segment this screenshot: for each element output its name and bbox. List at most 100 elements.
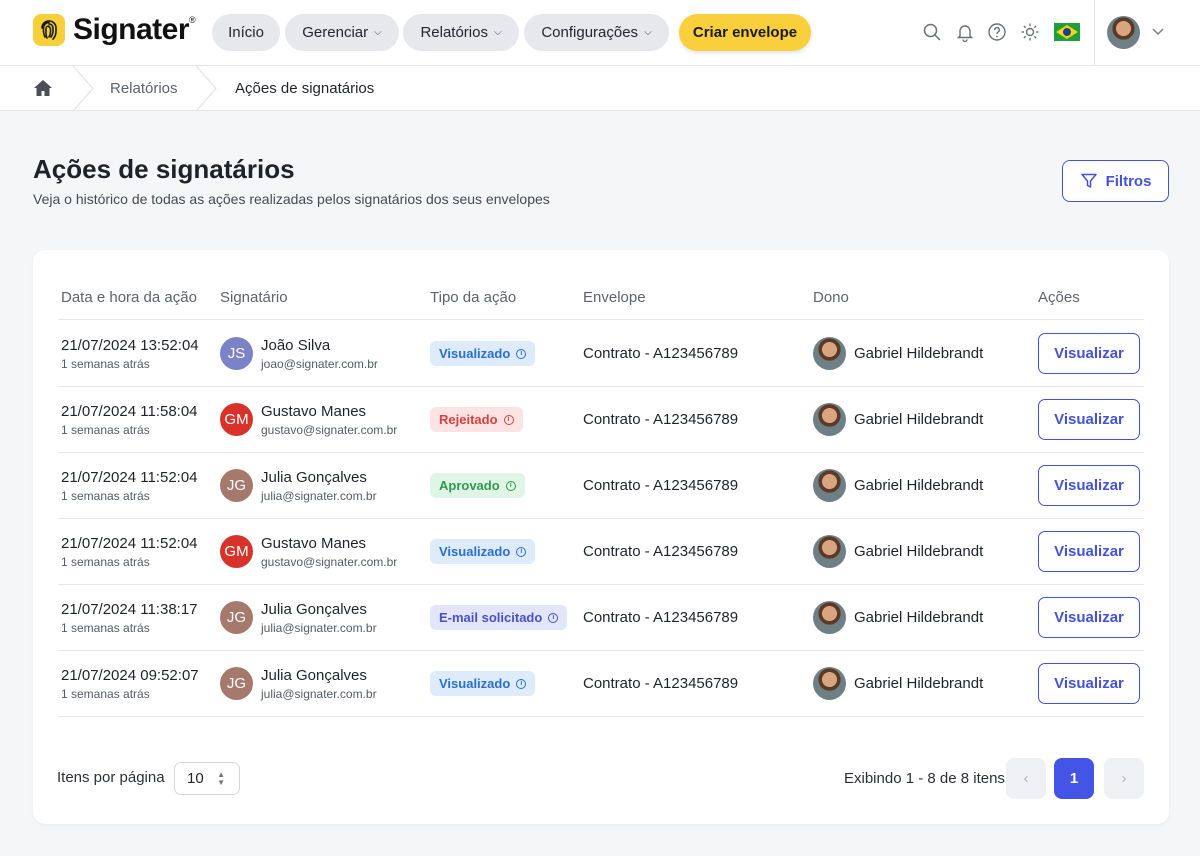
owner-avatar (813, 337, 846, 370)
page-subtitle: Veja o histórico de todas as ações reali… (33, 191, 550, 207)
header-divider (1094, 0, 1095, 66)
sun-icon[interactable] (1020, 22, 1040, 42)
status-badge: Rejeitado i (430, 407, 523, 432)
status-badge-label: Visualizado (439, 346, 511, 361)
owner-name: Gabriel Hildebrandt (854, 345, 984, 362)
table-row: 21/07/2024 11:52:04 1 semanas atrás GM G… (0, 518, 1200, 584)
nav-gerenciar-label: Gerenciar (302, 24, 369, 41)
column-header-date: Data e hora da ação (61, 289, 197, 306)
action-datetime: 21/07/2024 13:52:04 (61, 337, 199, 354)
filter-icon (1080, 173, 1097, 188)
fingerprint-logo-icon (33, 14, 65, 46)
chevron-down-icon[interactable] (1152, 24, 1164, 40)
previous-page-button[interactable]: ‹ (1006, 758, 1046, 799)
view-button[interactable]: Visualizar (1038, 663, 1140, 704)
signer-avatar: JS (220, 337, 253, 370)
status-badge: Aprovado i (430, 473, 525, 498)
items-per-page-select[interactable]: 10 ▲ ▼ (174, 762, 240, 795)
breadcrumb-item-current: Ações de signatários (235, 80, 375, 97)
signer-email: joao@signater.com.br (261, 357, 378, 371)
signer-name: Gustavo Manes (261, 403, 367, 420)
owner-avatar (813, 601, 846, 634)
nav-gerenciar[interactable]: Gerenciar ⌵ (285, 14, 399, 51)
page-title: Ações de signatários (33, 154, 295, 184)
info-icon[interactable]: i (503, 414, 514, 425)
breadcrumb-separator (72, 66, 94, 111)
signer-email: julia@signater.com.br (261, 621, 377, 635)
envelope-name: Contrato - A123456789 (583, 477, 739, 494)
owner-avatar (813, 403, 846, 436)
action-datetime: 21/07/2024 11:52:04 (61, 469, 198, 486)
view-button[interactable]: Visualizar (1038, 531, 1140, 572)
column-header-actions: Ações (1038, 289, 1080, 306)
signer-email: julia@signater.com.br (261, 687, 377, 701)
owner-name: Gabriel Hildebrandt (854, 543, 984, 560)
info-icon[interactable]: i (505, 480, 516, 491)
next-page-button[interactable]: › (1104, 758, 1144, 799)
signer-name: Gustavo Manes (261, 535, 367, 552)
info-icon[interactable]: i (516, 678, 527, 689)
user-avatar[interactable] (1107, 16, 1140, 49)
action-datetime: 21/07/2024 11:38:17 (61, 601, 198, 618)
pagination-summary: Exibindo 1 - 8 de 8 itens (844, 770, 1005, 787)
view-button[interactable]: Visualizar (1038, 597, 1140, 638)
status-badge: Visualizado i (430, 341, 536, 366)
column-header-owner: Dono (813, 289, 849, 306)
column-header-envelope: Envelope (583, 289, 646, 306)
status-badge-label: Rejeitado (439, 412, 498, 427)
status-badge-label: E-mail solicitado (439, 610, 543, 625)
info-icon[interactable]: i (548, 612, 559, 623)
info-icon[interactable]: i (516, 546, 527, 557)
owner-name: Gabriel Hildebrandt (854, 411, 984, 428)
items-per-page-value: 10 (187, 770, 204, 787)
brazil-flag-icon[interactable] (1054, 23, 1080, 41)
nav-inicio[interactable]: Início (212, 14, 280, 51)
home-icon[interactable] (33, 79, 53, 97)
bell-icon[interactable] (955, 22, 975, 42)
action-datetime: 21/07/2024 11:52:04 (61, 535, 198, 552)
search-icon[interactable] (922, 22, 942, 42)
view-button[interactable]: Visualizar (1038, 333, 1140, 374)
create-envelope-button[interactable]: Criar envelope (679, 14, 811, 51)
row-divider (58, 716, 1144, 717)
breadcrumb-separator (195, 66, 217, 111)
filters-button[interactable]: Filtros (1062, 160, 1169, 202)
nav-configuracoes-label: Configurações (541, 24, 639, 41)
signer-email: gustavo@signater.com.br (261, 423, 398, 437)
action-relative-time: 1 semanas atrás (61, 489, 150, 503)
sort-arrows-icon: ▲ ▼ (217, 770, 225, 787)
owner-avatar (813, 469, 846, 502)
breadcrumb-item-relatorios[interactable]: Relatórios (110, 80, 178, 97)
chevron-left-icon: ‹ (1023, 770, 1029, 787)
signer-name: Julia Gonçalves (261, 667, 367, 684)
filters-button-label: Filtros (1105, 172, 1152, 190)
logo[interactable]: Signater® (33, 13, 196, 47)
status-badge: Visualizado i (430, 671, 536, 696)
info-icon[interactable]: i (516, 348, 527, 359)
nav-relatorios[interactable]: Relatórios ⌵ (403, 14, 519, 51)
status-badge-label: Visualizado (439, 676, 511, 691)
signer-avatar: GM (220, 403, 253, 436)
top-navigation-bar: Signater® Início Gerenciar ⌵ Relatórios ⌵ … (0, 0, 1200, 66)
table-row: 21/07/2024 13:52:04 1 semanas atrás JS J… (0, 320, 1200, 386)
nav-configuracoes[interactable]: Configurações ⌵ (524, 14, 669, 51)
action-relative-time: 1 semanas atrás (61, 555, 150, 569)
view-button[interactable]: Visualizar (1038, 465, 1140, 506)
envelope-name: Contrato - A123456789 (583, 411, 739, 428)
page-button-current[interactable]: 1 (1054, 758, 1094, 799)
breadcrumb: Relatórios Ações de signatários (0, 66, 1200, 111)
owner-name: Gabriel Hildebrandt (854, 609, 984, 626)
help-icon[interactable] (987, 22, 1007, 42)
signer-name: Julia Gonçalves (261, 469, 367, 486)
view-button[interactable]: Visualizar (1038, 399, 1140, 440)
signer-name: João Silva (261, 337, 331, 354)
owner-avatar (813, 667, 846, 700)
chevron-down-icon: ⌵ (493, 27, 502, 38)
signer-name: Julia Gonçalves (261, 601, 367, 618)
create-envelope-label: Criar envelope (692, 24, 798, 41)
status-badge: E-mail solicitado i (430, 605, 568, 630)
signer-email: gustavo@signater.com.br (261, 555, 398, 569)
table-row: 21/07/2024 09:52:07 1 semanas atrás JG J… (0, 650, 1200, 716)
action-datetime: 21/07/2024 11:58:04 (61, 403, 198, 420)
signer-avatar: JG (220, 667, 253, 700)
